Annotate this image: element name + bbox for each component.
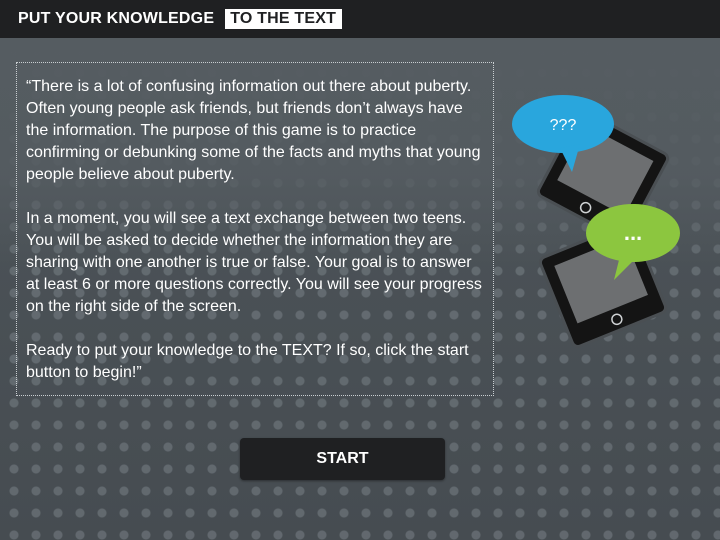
intro-paragraph: “There is a lot of confusing information…	[26, 78, 481, 183]
phones-illustration-svg: ??? ...	[512, 95, 680, 348]
ellipsis-text: ...	[624, 220, 642, 245]
question-marks-text: ???	[550, 117, 577, 134]
intro-paragraph: Ready to put your knowledge to the TEXT?…	[26, 342, 469, 381]
intro-paragraph: In a moment, you will see a text exchang…	[26, 210, 482, 315]
phones-illustration: ??? ...	[508, 90, 708, 360]
title-part2-highlight: TO THE TEXT	[225, 9, 343, 29]
title-part1: PUT YOUR KNOWLEDGE	[18, 10, 215, 27]
intro-text-box: “There is a lot of confusing information…	[16, 62, 494, 396]
start-button[interactable]: START	[240, 438, 445, 480]
header-bar: PUT YOUR KNOWLEDGE TO THE TEXT	[0, 0, 720, 38]
